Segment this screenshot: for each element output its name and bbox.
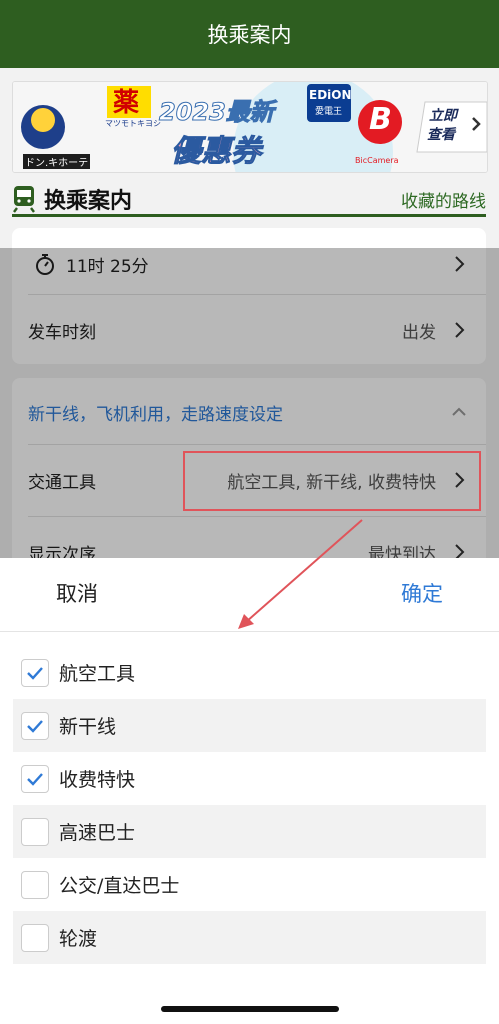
checkbox-unchecked-icon[interactable] <box>21 923 49 952</box>
saved-routes-link[interactable]: 收藏的路线 <box>401 187 486 212</box>
app-title: 换乘案内 <box>207 23 292 47</box>
modal-backdrop[interactable] <box>0 248 499 558</box>
option-highway-bus[interactable]: 高速巴士 <box>13 805 486 858</box>
option-ferry[interactable]: 轮渡 <box>13 911 486 964</box>
option-limited-express[interactable]: 收费特快 <box>13 752 486 805</box>
checkbox-unchecked-icon[interactable] <box>21 870 49 899</box>
home-indicator <box>161 1006 339 1012</box>
edion-sub: 愛電王 <box>315 107 343 117</box>
cta-line2: 查看 <box>427 127 455 143</box>
confirm-button[interactable]: 确定 <box>401 578 443 608</box>
train-icon <box>13 186 35 213</box>
top-bar: 换乘案内 <box>0 0 499 68</box>
page-title: 换乘案内 <box>44 189 133 214</box>
option-label: 新干线 <box>59 716 117 738</box>
highlight-box <box>183 451 481 511</box>
header-underline <box>12 214 486 217</box>
option-airline[interactable]: 航空工具 <box>13 646 486 699</box>
bic-sub: BicCamera <box>355 156 399 165</box>
sheet-header: 取消 确定 <box>0 558 499 632</box>
option-label: 公交/直达巴士 <box>59 875 180 897</box>
checkbox-checked-icon[interactable] <box>21 658 49 687</box>
kusuri-sub: マツモトキヨシ <box>105 119 161 128</box>
option-label: 航空工具 <box>59 663 136 685</box>
option-label: 轮渡 <box>59 928 98 950</box>
checkbox-checked-icon[interactable] <box>21 764 49 793</box>
kusuri-logo: 薬 <box>113 88 140 118</box>
cancel-button[interactable]: 取消 <box>56 578 98 608</box>
option-label: 高速巴士 <box>59 822 136 844</box>
edion-logo: EDiON <box>309 88 352 102</box>
donki-label: ドン.キホーテ <box>23 154 91 169</box>
promo-title: 優惠券 <box>171 134 262 170</box>
checkbox-unchecked-icon[interactable] <box>21 817 49 846</box>
promo-year: 2023最新 <box>159 98 275 127</box>
checkbox-checked-icon[interactable] <box>21 711 49 740</box>
option-label: 收费特快 <box>59 769 136 791</box>
promo-banner[interactable]: ドン.キホーテ 薬 マツモトキヨシ 2023最新 優惠券 EDiON 愛電王 B… <box>12 81 488 173</box>
option-local-bus[interactable]: 公交/直达巴士 <box>13 858 486 911</box>
section-header: 换乘案内 收藏的路线 <box>12 180 486 218</box>
bic-letter: B <box>369 102 392 137</box>
cta-line1: 立即 <box>429 108 457 124</box>
option-shinkansen[interactable]: 新干线 <box>13 699 486 752</box>
transport-picker-sheet: 取消 确定 航空工具 新干线 收费特快 高速巴士 公交/直达巴士 轮渡 <box>0 558 499 1024</box>
